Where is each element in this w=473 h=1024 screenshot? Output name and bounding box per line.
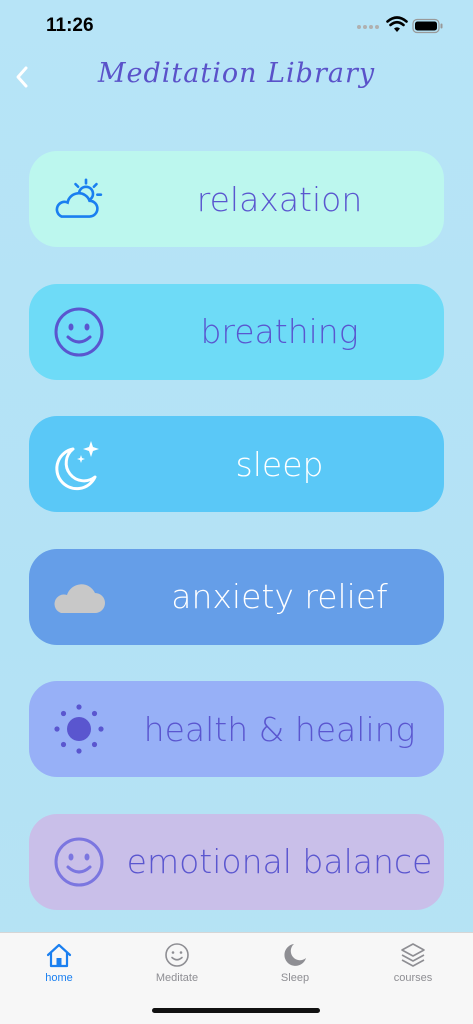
tab-label: courses [393,972,433,984]
cloud-icon [51,571,107,623]
layers-icon [399,941,427,969]
category-sleep[interactable]: sleep [29,416,444,512]
category-anxiety-relief[interactable]: anxiety relief [29,548,444,645]
house-icon [45,941,73,969]
moon-icon [281,941,309,969]
category-label: sleep [235,444,324,484]
signal-dots-icon [357,25,379,29]
status-time: 11:26 [46,15,94,36]
category-emotional-balance[interactable]: emotional balance [29,813,444,910]
header: Meditation Library [0,54,473,104]
wifi-icon [386,16,408,32]
category-label: breathing [200,312,359,351]
tab-label: home [45,972,73,984]
category-relaxation[interactable]: relaxation [29,151,444,247]
tab-meditate[interactable]: Meditate [118,941,236,991]
category-health-healing[interactable]: health & healing [29,681,444,777]
category-label: relaxation [196,179,363,219]
home-indicator [152,1008,320,1013]
page-title: Meditation Library [97,58,376,89]
tab-label: Sleep [280,972,310,984]
sun-cloud-icon [51,173,107,225]
status-bar: 11:26 [0,0,473,54]
moon-stars-icon [51,438,107,491]
tab-courses[interactable]: courses [354,941,472,991]
category-label: health & healing [143,709,416,749]
battery-icon [412,18,443,34]
tab-home[interactable]: home [0,941,118,991]
tab-label: Meditate [155,972,199,984]
tab-sleep[interactable]: Sleep [236,941,354,991]
category-list: relaxation breathing sleep anxiety relie… [29,151,444,946]
category-breathing[interactable]: breathing [29,283,444,380]
smiley-face-icon [51,306,107,358]
sun-icon [51,703,107,755]
smiley-face-icon [163,941,191,969]
category-label: emotional balance [126,842,433,881]
category-label: anxiety relief [171,577,388,616]
smiley-face-icon [51,836,107,888]
